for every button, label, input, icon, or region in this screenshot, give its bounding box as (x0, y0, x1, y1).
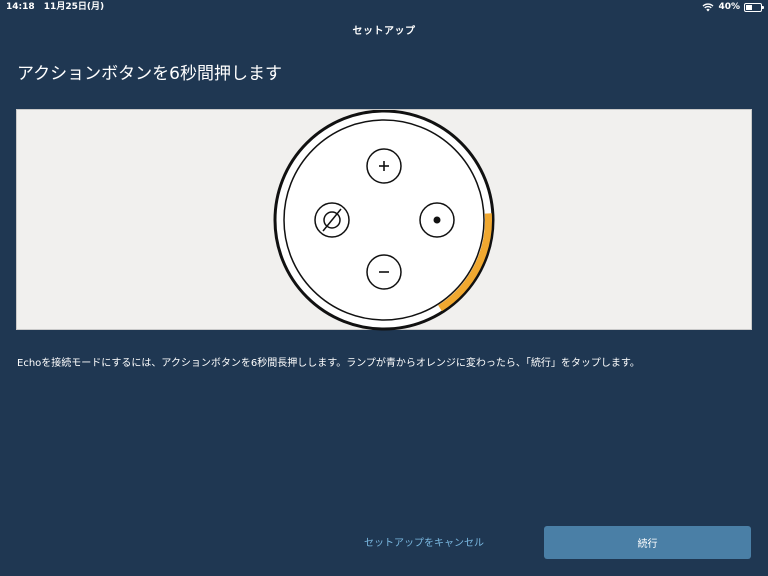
cancel-setup-link[interactable]: セットアップをキャンセル (350, 534, 498, 549)
battery-fill (746, 4, 752, 10)
page-heading: アクションボタンを6秒間押します (17, 64, 282, 84)
status-bar: 14:18 11月25日(月) 40% (0, 0, 768, 14)
status-right: 40% (702, 0, 764, 14)
device-illustration (16, 109, 752, 331)
status-time: 14:18 (6, 2, 35, 12)
continue-button[interactable]: 続行 (544, 526, 751, 559)
volume-up-button[interactable] (366, 148, 402, 184)
mic-off-button[interactable] (314, 202, 350, 238)
echo-device-diagram (273, 110, 495, 331)
instruction-text: Echoを接続モードにするには、アクションボタンを6秒間長押しします。ランプが青… (17, 358, 640, 369)
volume-down-button[interactable] (366, 254, 402, 290)
battery-percent: 40% (718, 2, 740, 12)
status-left: 14:18 11月25日(月) (6, 0, 104, 14)
status-date: 11月25日(月) (43, 2, 105, 12)
nav-title: セットアップ (352, 26, 416, 37)
battery-icon (744, 2, 764, 12)
dot-icon (433, 216, 441, 224)
wifi-icon (703, 3, 714, 12)
action-button[interactable] (419, 202, 455, 238)
